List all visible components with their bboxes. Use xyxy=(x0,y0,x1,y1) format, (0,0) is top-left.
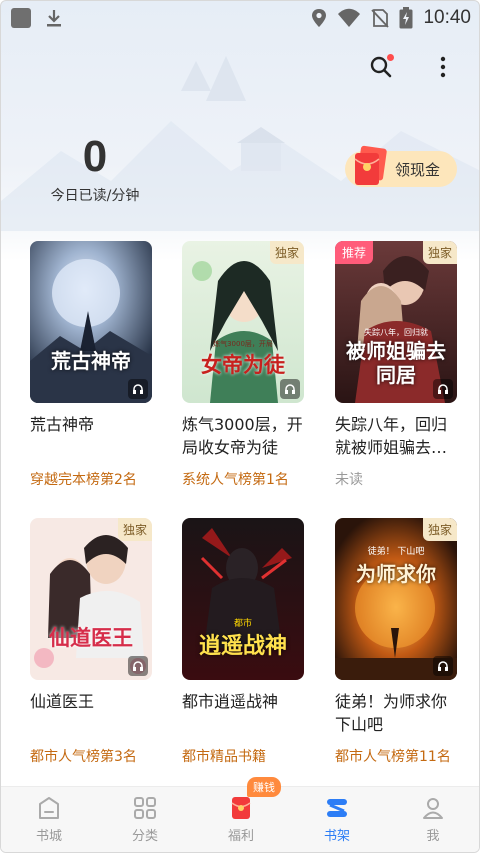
book-card[interactable]: 荒古神帝 荒古神帝 穿越完本榜第2名 xyxy=(28,241,152,489)
profile-icon xyxy=(423,798,443,819)
search-button[interactable] xyxy=(367,53,395,81)
withdraw-cash-label: 领现金 xyxy=(395,160,441,179)
book-read-status: 未读 xyxy=(335,472,363,488)
book-title: 荒古神帝 xyxy=(30,415,95,434)
cover-title-text: 逍遥战神 xyxy=(198,633,287,659)
app-square-icon xyxy=(11,8,31,28)
no-sim-icon xyxy=(371,9,390,28)
cover-title-text: 为师求你 xyxy=(356,562,436,586)
more-button[interactable] xyxy=(429,53,457,81)
book-card[interactable]: 为师求你 徒弟！ 下山吧 独家 徒弟！为师求你下山吧 都市人气榜第11名 xyxy=(333,518,457,766)
earn-money-badge: 赚钱 xyxy=(247,777,281,797)
nav-item-store[interactable]: 书城 xyxy=(1,787,97,852)
nav-label: 分类 xyxy=(131,829,158,844)
cover-subtitle-text: 炼气3000层，开局 xyxy=(213,340,273,348)
reading-stats[interactable]: 0 今日已读/分钟 xyxy=(45,133,145,205)
more-vertical-icon xyxy=(440,56,446,78)
nav-item-category[interactable]: 分类 xyxy=(97,787,193,852)
book-rank-tag: 都市人气榜第3名 xyxy=(28,746,139,766)
location-icon xyxy=(312,9,327,27)
recommend-badge: 推荐 xyxy=(335,241,374,264)
bookshelf-icon xyxy=(327,799,347,817)
battery-charging-icon xyxy=(399,7,413,29)
book-title: 失踪八年，回归就被师姐骗去… xyxy=(335,415,448,457)
book-card[interactable]: 都市 逍遥战神 都市逍遥战神 都市精品书籍 xyxy=(180,518,304,766)
nav-label: 书架 xyxy=(323,829,350,844)
nav-label: 书城 xyxy=(35,829,62,844)
nav-label: 福利 xyxy=(227,829,254,844)
book-card[interactable]: 仙道医王 独家 仙道医王 都市人气榜第3名 xyxy=(28,518,152,766)
header-actions xyxy=(367,53,457,81)
withdraw-cash-button[interactable]: 领现金 xyxy=(345,145,457,187)
book-card[interactable]: 炼气3000层，开局 女帝为徒 独家 炼气3000层，开局收女帝为徒 系统人气榜… xyxy=(180,241,304,489)
red-envelope-icon xyxy=(354,145,387,185)
book-cover: 失踪八年，回归就 被师姐骗去同居 推荐 独家 xyxy=(335,241,457,403)
store-icon xyxy=(39,797,59,819)
book-card[interactable]: 失踪八年，回归就 被师姐骗去同居 推荐 独家 失踪八年，回归就被师姐骗去… 未读 xyxy=(335,241,457,489)
book-cover: 炼气3000层，开局 女帝为徒 独家 xyxy=(182,241,304,403)
nav-item-welfare[interactable]: 赚钱 福利 xyxy=(193,777,289,852)
book-rank-tag: 系统人气榜第1名 xyxy=(180,469,291,489)
audio-icon xyxy=(280,379,300,399)
status-bar: 10:40 xyxy=(1,1,479,35)
book-cover: 都市 逍遥战神 xyxy=(182,518,304,680)
book-cover: 为师求你 徒弟！ 下山吧 独家 xyxy=(335,518,457,680)
cover-subtitle-text: 失踪八年，回归就 xyxy=(364,328,428,337)
book-rank-tag: 穿越完本榜第2名 xyxy=(28,469,139,489)
book-title: 炼气3000层，开局收女帝为徒 xyxy=(182,415,303,457)
audio-icon xyxy=(128,379,148,399)
exclusive-badge: 独家 xyxy=(269,241,304,264)
bottom-nav: 书城 分类 赚钱 福利 书架 我 xyxy=(1,777,479,852)
download-icon xyxy=(47,10,61,27)
audio-icon xyxy=(433,379,453,399)
cover-title-text: 荒古神帝 xyxy=(51,349,131,373)
cover-title-text: 女帝为徒 xyxy=(201,352,285,377)
exclusive-badge: 独家 xyxy=(117,518,152,541)
exclusive-badge: 独家 xyxy=(422,518,457,541)
nav-label: 我 xyxy=(426,829,440,844)
nav-item-bookshelf[interactable]: 书架 xyxy=(289,787,385,852)
wifi-icon xyxy=(338,8,361,27)
book-rank-tag: 都市人气榜第11名 xyxy=(333,746,453,766)
app-frame: 10:40 0 今日已读/分钟 领现金 荒古神帝 荒古神帝 穿越完本榜第2名 炼… xyxy=(0,0,480,853)
nav-item-profile[interactable]: 我 xyxy=(385,787,479,852)
cover-subtitle-text: 徒弟！ 下山吧 xyxy=(367,547,425,557)
notification-dot xyxy=(387,54,394,61)
red-envelope-icon xyxy=(231,797,251,819)
reading-minutes-value: 0 xyxy=(82,132,108,181)
book-title: 仙道医王 xyxy=(30,692,95,711)
audio-icon xyxy=(433,656,453,676)
book-rank-tag: 都市精品书籍 xyxy=(180,746,268,766)
category-grid-icon xyxy=(134,797,156,819)
exclusive-badge: 独家 xyxy=(422,241,457,264)
book-title: 徒弟！为师求你下山吧 xyxy=(335,692,448,734)
status-time: 10:40 xyxy=(423,7,471,28)
book-cover: 荒古神帝 xyxy=(30,241,152,403)
cover-title-text: 仙道医王 xyxy=(49,625,133,650)
reading-minutes-label: 今日已读/分钟 xyxy=(50,188,140,204)
book-cover: 仙道医王 独家 xyxy=(30,518,152,680)
book-title: 都市逍遥战神 xyxy=(182,692,279,711)
audio-icon xyxy=(128,656,148,676)
